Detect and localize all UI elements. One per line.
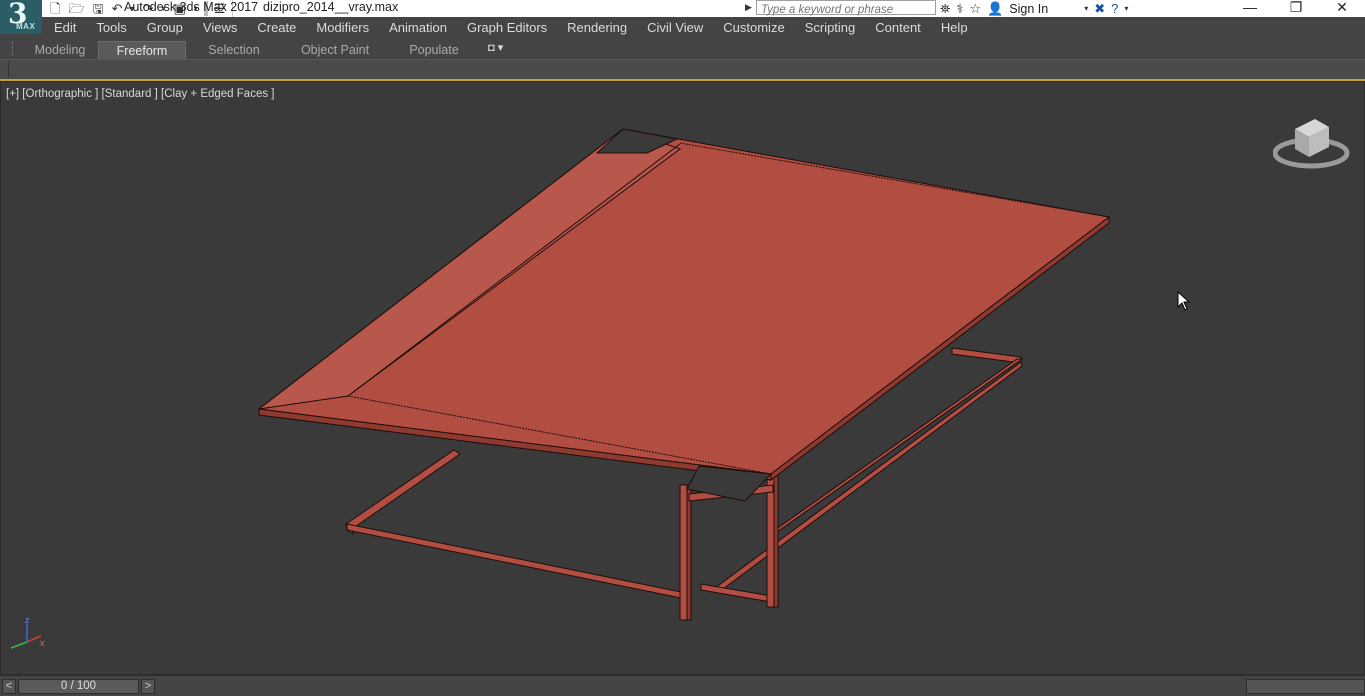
infocenter-expand-icon[interactable]: ▶: [745, 0, 755, 17]
prev-frame-button[interactable]: <: [2, 679, 16, 694]
app-title: Autodesk 3ds Max 2017: [124, 0, 259, 14]
restore-button[interactable]: ❐: [1273, 0, 1319, 17]
ribbon-panel-inner: [8, 61, 1363, 78]
tab-modeling[interactable]: Modeling: [28, 41, 92, 59]
search-input[interactable]: [757, 3, 935, 17]
status-panel: [1246, 679, 1365, 694]
close-button[interactable]: ✕: [1319, 0, 1365, 17]
app-logo-button[interactable]: 3 MAX: [0, 0, 42, 34]
subscription-icon[interactable]: ⚕: [956, 1, 963, 17]
file-name: dizipro_2014__vray.max: [263, 0, 399, 14]
menu-tools[interactable]: Tools: [86, 17, 136, 39]
mouse-cursor-icon: [1177, 291, 1191, 311]
help-dropdown-icon[interactable]: ▾: [1124, 4, 1128, 13]
ribbon-grip-handle[interactable]: [12, 42, 16, 56]
window-controls: — ❐ ✕: [1227, 0, 1365, 17]
user-icon[interactable]: 👤: [987, 1, 1003, 17]
ribbon-tabs: Modeling Freeform Selection Object Paint…: [0, 39, 1365, 59]
viewcube-icon[interactable]: [1273, 115, 1351, 173]
axis-z-label: z: [25, 615, 30, 625]
app-window: 3 MAX 🗋 🗁 🖫 ↶ ▾ ↷ ▾ ▣ ▾ ☰ Autodesk 3ds M…: [0, 0, 1365, 696]
tab-freeform[interactable]: Freeform: [98, 41, 186, 59]
axis-x-label: x: [40, 638, 45, 648]
menu-rendering[interactable]: Rendering: [557, 17, 637, 39]
binoculars-icon[interactable]: ⛯: [940, 1, 950, 17]
menu-group[interactable]: Group: [137, 17, 193, 39]
menu-bar: Edit Tools Group Views Create Modifiers …: [0, 17, 1365, 39]
viewport-orthographic[interactable]: [+] [Orthographic ] [Standard ] [Clay + …: [0, 81, 1365, 675]
minimize-button[interactable]: —: [1227, 0, 1273, 17]
ribbon-panel: [0, 59, 1365, 79]
ribbon-options-dropdown-icon[interactable]: ◘ ▾: [488, 41, 503, 54]
help-icon[interactable]: ?: [1111, 1, 1118, 16]
infocenter-tools: ⛯ ⚕ ☆ 👤 Sign In ▾ ✖ ? ▾: [940, 0, 1128, 17]
table-model: [257, 128, 1111, 621]
logo-text: MAX: [16, 22, 36, 31]
tab-selection[interactable]: Selection: [196, 41, 272, 59]
menu-customize[interactable]: Customize: [713, 17, 794, 39]
time-slider[interactable]: 0 / 100: [18, 679, 139, 694]
menu-create[interactable]: Create: [247, 17, 306, 39]
undo-icon[interactable]: ↶: [110, 0, 125, 17]
search-box[interactable]: [756, 0, 936, 17]
menu-animation[interactable]: Animation: [379, 17, 457, 39]
open-file-icon[interactable]: 🗁: [66, 0, 86, 17]
menu-help[interactable]: Help: [931, 17, 978, 39]
tab-populate[interactable]: Populate: [400, 41, 468, 59]
exchange-apps-icon[interactable]: ✖: [1094, 1, 1105, 17]
menu-scripting[interactable]: Scripting: [795, 17, 866, 39]
sign-in-dropdown-icon[interactable]: ▾: [1084, 4, 1088, 13]
title-bar: 3 MAX 🗋 🗁 🖫 ↶ ▾ ↷ ▾ ▣ ▾ ☰ Autodesk 3ds M…: [0, 0, 1365, 34]
next-frame-button[interactable]: >: [141, 679, 155, 694]
tab-object-paint[interactable]: Object Paint: [292, 41, 378, 59]
menu-views[interactable]: Views: [193, 17, 247, 39]
new-file-icon[interactable]: 🗋: [48, 0, 62, 17]
menu-edit[interactable]: Edit: [44, 17, 86, 39]
menu-content[interactable]: Content: [865, 17, 931, 39]
menu-graph-editors[interactable]: Graph Editors: [457, 17, 557, 39]
viewport-label[interactable]: [+] [Orthographic ] [Standard ] [Clay + …: [6, 88, 274, 100]
menu-modifiers[interactable]: Modifiers: [306, 17, 379, 39]
axis-tripod-icon: z x: [10, 615, 45, 649]
menu-civil-view[interactable]: Civil View: [637, 17, 713, 39]
sign-in-button[interactable]: Sign In: [1009, 2, 1048, 16]
save-icon[interactable]: 🖫: [91, 0, 106, 17]
table-top: [257, 128, 1111, 502]
time-slider-bar: < 0 / 100 >: [0, 675, 1365, 696]
favorites-star-icon[interactable]: ☆: [969, 1, 981, 17]
